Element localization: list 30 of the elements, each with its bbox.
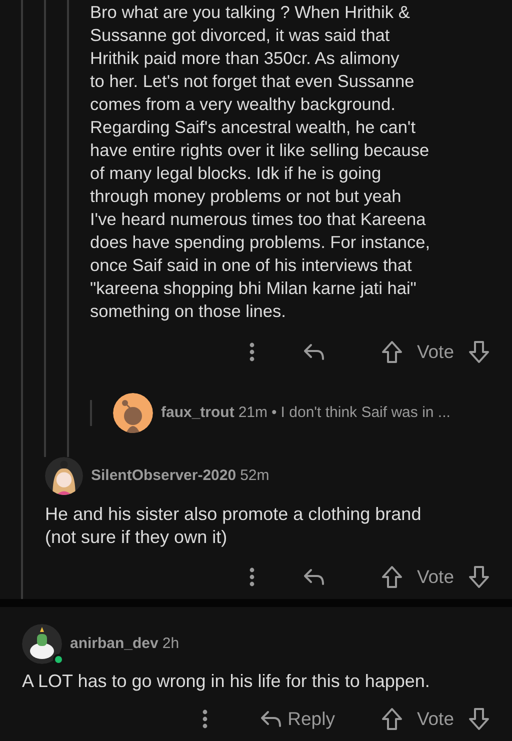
timestamp: 2h bbox=[162, 634, 180, 654]
avatar[interactable] bbox=[45, 457, 83, 495]
upvote-icon[interactable] bbox=[380, 565, 403, 589]
username[interactable]: SilentObserver-2020 bbox=[91, 464, 236, 488]
reply-button[interactable] bbox=[302, 568, 325, 586]
reply-icon bbox=[260, 710, 282, 728]
vote-count: Vote bbox=[416, 565, 454, 590]
downvote-icon[interactable] bbox=[468, 707, 490, 731]
more-icon[interactable] bbox=[248, 342, 255, 362]
timestamp: 21m bbox=[238, 402, 268, 423]
username[interactable]: anirban_dev bbox=[70, 632, 158, 656]
reply-button[interactable] bbox=[302, 343, 325, 361]
upvote-icon[interactable] bbox=[380, 340, 403, 364]
more-icon[interactable] bbox=[248, 567, 255, 587]
separator-dot: • bbox=[272, 402, 277, 423]
comment-text: He and his sister also promote a clothing brand (not sure if they own it) bbox=[45, 503, 422, 549]
downvote-icon[interactable] bbox=[468, 565, 490, 589]
vote-count: Vote bbox=[416, 707, 454, 732]
avatar[interactable] bbox=[113, 393, 153, 433]
comment-text: Bro what are you talking ? When Hrithik & Sussanne got divorced, it was said that Hrithik paid more than 350cr. As alimony to her. Let's not forget that even Sussanne comes from a very wealthy background. Regarding Saif's ancestral wealth, he can't have entire rights over it like selling because of many legal blocks. Idk if he is going through money problems or not but yeah I've heard numerous times too that Kareena does have spending problems. For instance, once Saif said in one of his interviews that "kareena shopping bhi Milan karne jati hai" something on those lines. bbox=[89, 1, 432, 323]
downvote-icon[interactable] bbox=[468, 340, 490, 364]
comment-preview: I don't think Saif was in ... bbox=[280, 402, 450, 423]
reply-button[interactable]: Reply bbox=[260, 705, 335, 733]
upvote-icon[interactable] bbox=[380, 707, 403, 731]
timestamp: 52m bbox=[240, 466, 270, 486]
comment-text: A LOT has to go wrong in his life for this to happen. bbox=[22, 670, 431, 693]
avatar[interactable] bbox=[22, 624, 62, 664]
more-icon[interactable] bbox=[202, 709, 208, 729]
username[interactable]: faux_trout bbox=[161, 402, 234, 424]
vote-count: Vote bbox=[416, 340, 454, 364]
